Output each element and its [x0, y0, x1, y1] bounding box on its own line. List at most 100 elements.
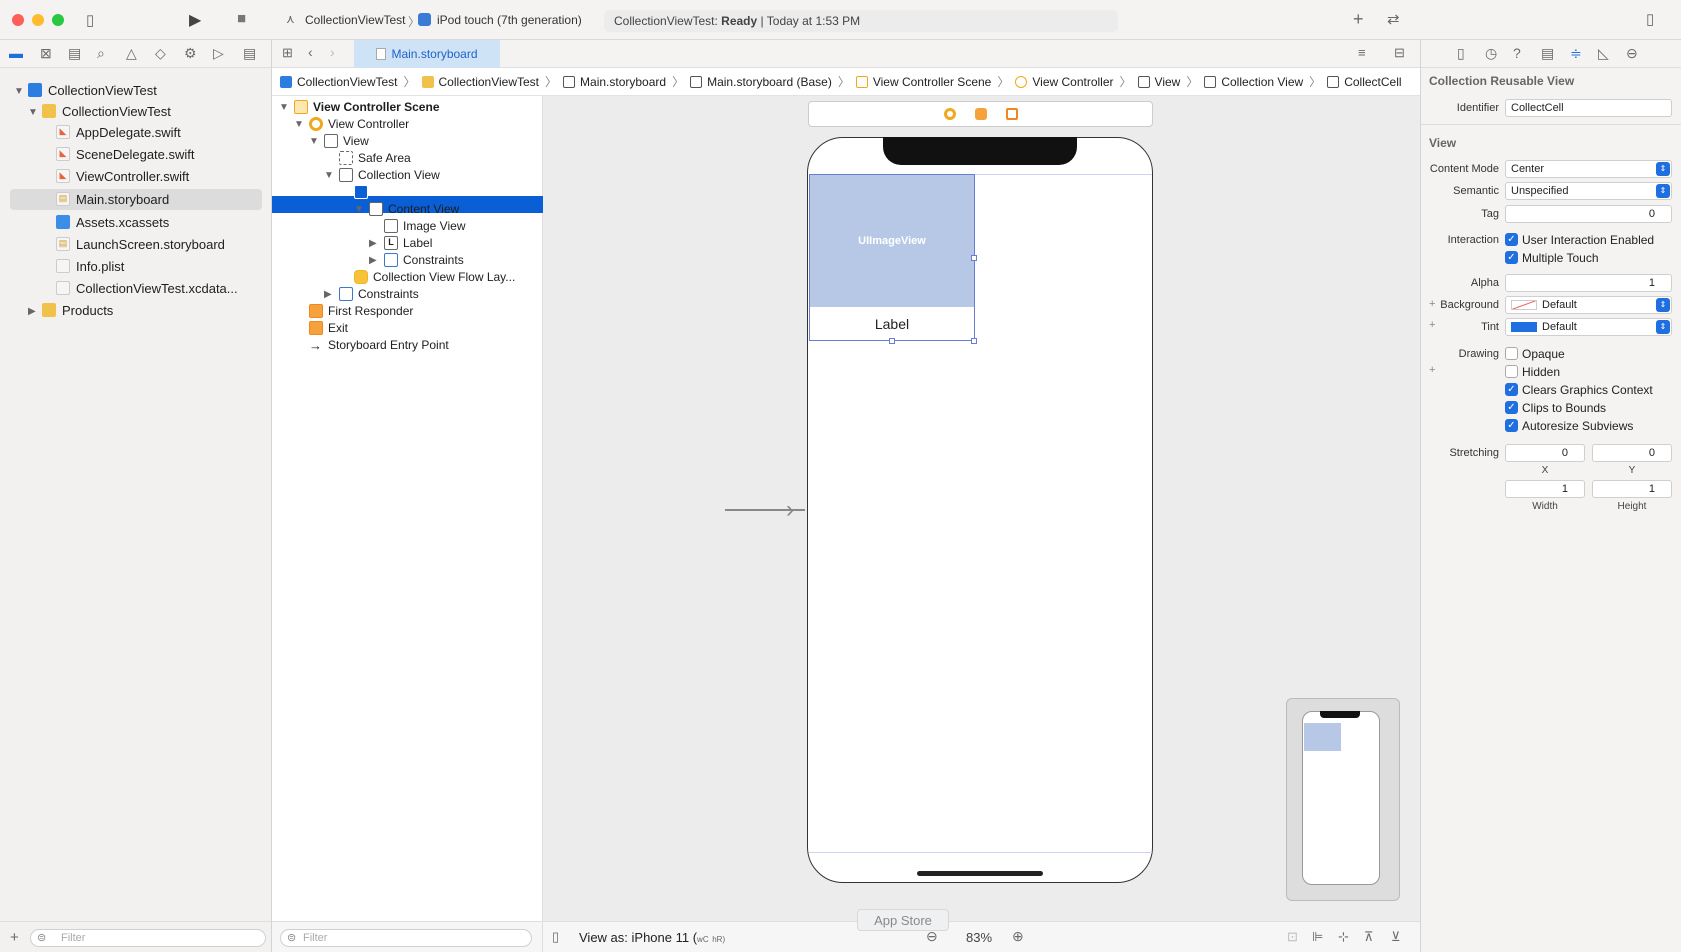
- zoom-in-icon[interactable]: ⊕: [1012, 928, 1024, 945]
- scheme-name[interactable]: CollectionViewTest: [305, 13, 406, 27]
- crumb-collection-view[interactable]: Collection View: [1204, 75, 1303, 89]
- history-inspector-icon[interactable]: ◷: [1485, 45, 1497, 62]
- identity-inspector-icon[interactable]: ▤: [1541, 45, 1554, 62]
- outline-flow-layout[interactable]: Collection View Flow Lay...: [354, 268, 515, 286]
- disclosure-open-icon[interactable]: ▼: [324, 170, 334, 181]
- forward-icon[interactable]: ›: [330, 44, 335, 60]
- resize-handle[interactable]: [971, 255, 977, 261]
- file-item[interactable]: Info.plist: [56, 256, 124, 276]
- identifier-field[interactable]: CollectCell: [1505, 99, 1672, 117]
- tint-popup[interactable]: Default ⇕: [1505, 318, 1672, 336]
- tag-field[interactable]: 0: [1505, 205, 1672, 223]
- outline-toggle-icon[interactable]: ▯: [552, 929, 559, 945]
- attributes-inspector-icon[interactable]: ≑: [1570, 45, 1582, 62]
- tab-main-storyboard[interactable]: Main.storyboard: [354, 40, 500, 68]
- disclosure-open-icon[interactable]: ▼: [309, 136, 319, 147]
- crumb-view[interactable]: View: [1137, 75, 1180, 89]
- clears-graphics-checkbox[interactable]: ✓: [1505, 383, 1518, 396]
- stretch-height-field[interactable]: 1: [1592, 480, 1672, 498]
- warning-icon[interactable]: △: [126, 45, 137, 62]
- crumb-project[interactable]: CollectionViewTest: [280, 75, 398, 89]
- code-review-icon[interactable]: ⇄: [1387, 10, 1400, 28]
- background-popup[interactable]: Default ⇕: [1505, 296, 1672, 314]
- content-mode-popup[interactable]: Center ⇕: [1505, 160, 1672, 178]
- file-item[interactable]: CollectionViewTest.xcdata...: [56, 278, 238, 298]
- products-item[interactable]: Products: [42, 300, 113, 320]
- file-item[interactable]: Assets.xcassets: [56, 212, 169, 232]
- clips-bounds-checkbox[interactable]: ✓: [1505, 401, 1518, 414]
- outline-label-item[interactable]: L Label: [384, 234, 432, 252]
- multiple-touch-checkbox[interactable]: ✓: [1505, 251, 1518, 264]
- debug-icon[interactable]: ⚙: [184, 45, 197, 62]
- crumb-view-controller[interactable]: View Controller: [1015, 75, 1114, 89]
- zoom-window-button[interactable]: [52, 14, 64, 26]
- stretch-y-field[interactable]: 0: [1592, 444, 1672, 462]
- disclosure-open-icon[interactable]: ▼: [28, 107, 38, 118]
- search-icon[interactable]: ⌕: [97, 45, 105, 62]
- outline-entry-point[interactable]: → Storyboard Entry Point: [309, 336, 449, 354]
- disclosure-closed-icon[interactable]: ▶: [369, 255, 377, 266]
- outline-cell[interactable]: CollectCell: [354, 183, 435, 201]
- outline-collection-view[interactable]: Collection View: [339, 166, 440, 184]
- resize-handle[interactable]: [889, 338, 895, 344]
- add-constraints-icon[interactable]: ⊹: [1338, 929, 1349, 945]
- disclosure-open-icon[interactable]: ▼: [279, 102, 289, 113]
- minimap[interactable]: [1286, 698, 1400, 901]
- update-frames-icon[interactable]: ⊻: [1391, 929, 1401, 945]
- outline-scene[interactable]: View Controller Scene: [294, 98, 440, 116]
- sidebar-toggle-icon[interactable]: ▯: [86, 11, 94, 29]
- outline-view[interactable]: View: [324, 132, 369, 150]
- report-icon[interactable]: ▤: [243, 45, 256, 62]
- back-icon[interactable]: ‹: [308, 44, 313, 60]
- add-icon[interactable]: +: [10, 929, 19, 946]
- destination-name[interactable]: iPod touch (7th generation): [437, 13, 582, 27]
- entry-arrow-icon[interactable]: ›: [786, 496, 794, 524]
- user-interaction-checkbox[interactable]: ✓: [1505, 233, 1518, 246]
- add-variation-icon[interactable]: +: [1429, 364, 1435, 376]
- outline-content-view[interactable]: Content View: [369, 200, 459, 218]
- outline-safe-area[interactable]: Safe Area: [339, 149, 411, 167]
- file-item-selected[interactable]: ▤ Main.storyboard: [56, 189, 169, 209]
- outline-exit[interactable]: Exit: [309, 319, 348, 337]
- stretch-width-field[interactable]: 1: [1505, 480, 1585, 498]
- outline-view-controller[interactable]: View Controller: [309, 115, 409, 133]
- stop-icon[interactable]: ■: [237, 10, 246, 27]
- semantic-popup[interactable]: Unspecified ⇕: [1505, 182, 1672, 200]
- file-item[interactable]: ◣ ViewController.swift: [56, 166, 189, 186]
- close-window-button[interactable]: [12, 14, 24, 26]
- disclosure-open-icon[interactable]: ▼: [14, 86, 24, 97]
- outline-constraints-inner[interactable]: Constraints: [384, 251, 464, 269]
- crumb-scene[interactable]: View Controller Scene: [855, 75, 991, 89]
- first-responder-icon[interactable]: [975, 108, 987, 120]
- disclosure-closed-icon[interactable]: ▶: [28, 306, 36, 317]
- project-item[interactable]: CollectionViewTest: [28, 80, 157, 100]
- file-inspector-icon[interactable]: ▯: [1457, 45, 1465, 62]
- collection-cell-selection[interactable]: [809, 174, 975, 341]
- stretch-x-field[interactable]: 0: [1505, 444, 1585, 462]
- opaque-checkbox[interactable]: [1505, 347, 1518, 360]
- help-inspector-icon[interactable]: ?: [1513, 45, 1521, 61]
- split-editor-icon[interactable]: ⊟: [1394, 45, 1405, 61]
- connections-inspector-icon[interactable]: ⊖: [1626, 45, 1638, 62]
- run-icon[interactable]: ▶: [189, 10, 201, 30]
- hidden-checkbox[interactable]: [1505, 365, 1518, 378]
- crumb-base[interactable]: Main.storyboard (Base): [690, 75, 832, 89]
- view-controller-icon[interactable]: [944, 108, 956, 120]
- disclosure-closed-icon[interactable]: ▶: [324, 289, 332, 300]
- disclosure-closed-icon[interactable]: ▶: [369, 238, 377, 249]
- exit-icon[interactable]: [1006, 108, 1018, 120]
- disclosure-open-icon[interactable]: ▼: [354, 204, 364, 215]
- symbol-icon[interactable]: ▤: [68, 45, 81, 62]
- zoom-out-icon[interactable]: ⊖: [926, 928, 938, 945]
- embed-icon[interactable]: ⊡: [1287, 929, 1298, 945]
- view-as-selector[interactable]: View as: iPhone 11 (wC hR): [579, 930, 725, 945]
- test-icon[interactable]: ◇: [155, 45, 166, 62]
- file-item[interactable]: ◣ AppDelegate.swift: [56, 122, 181, 142]
- align-icon[interactable]: ⊫: [1312, 929, 1323, 945]
- outline-image-view[interactable]: Image View: [384, 217, 465, 235]
- disclosure-open-icon[interactable]: ▼: [294, 119, 304, 130]
- autoresize-checkbox[interactable]: ✓: [1505, 419, 1518, 432]
- crumb-file[interactable]: Main.storyboard: [563, 75, 666, 89]
- outline-first-responder[interactable]: First Responder: [309, 302, 413, 320]
- editor-options-icon[interactable]: ≡: [1358, 45, 1366, 60]
